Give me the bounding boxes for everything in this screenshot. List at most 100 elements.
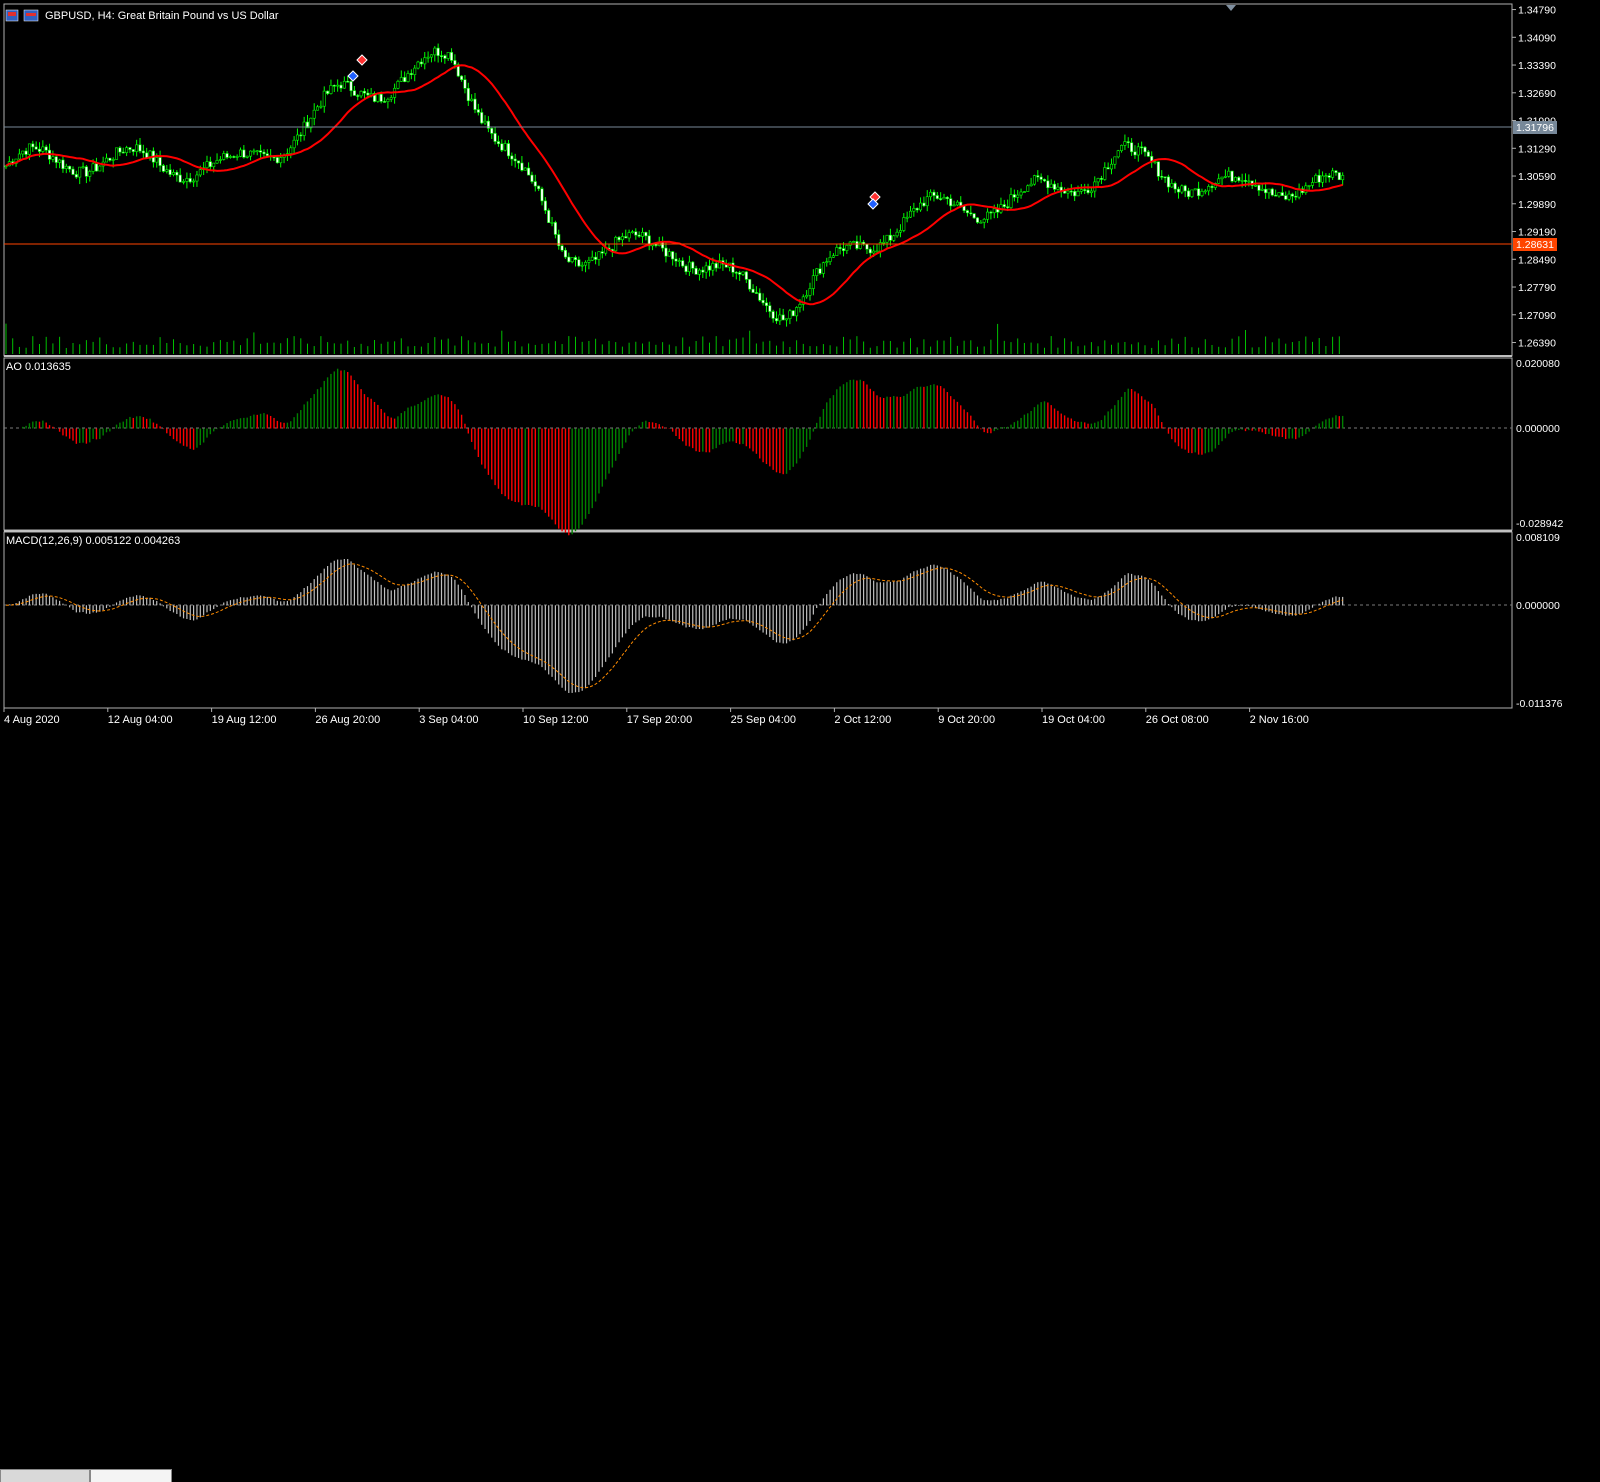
chart-tab-1[interactable]	[0, 1469, 90, 1482]
candle-body	[255, 150, 259, 152]
candle-body	[1032, 175, 1036, 185]
candle-body	[1180, 185, 1184, 193]
candle-body	[1143, 147, 1147, 153]
candle-body	[1207, 186, 1211, 192]
candle-body	[912, 208, 916, 212]
candle-body	[58, 159, 62, 163]
candle-body	[68, 165, 72, 170]
candle-body	[1331, 170, 1335, 178]
candle-body	[1274, 194, 1278, 197]
candle-body	[530, 174, 534, 182]
candle-body	[165, 169, 169, 172]
candle-body	[249, 150, 253, 157]
candle-body	[1257, 184, 1261, 191]
candle-body	[1056, 186, 1060, 190]
candle-body	[1290, 193, 1294, 197]
candle-body	[1133, 151, 1137, 156]
candle-body	[94, 163, 98, 172]
candle-body	[540, 188, 544, 202]
candle-body	[74, 174, 78, 178]
candle-body	[1096, 178, 1100, 183]
time-tick-label: 26 Aug 20:00	[315, 714, 380, 726]
candle-body	[1220, 176, 1224, 180]
candle-body	[429, 54, 433, 58]
candle-body	[898, 230, 902, 233]
candle-body	[118, 147, 122, 153]
candle-body	[972, 213, 976, 219]
candle-body	[506, 143, 510, 157]
candle-body	[1264, 188, 1268, 194]
candle-body	[1123, 141, 1127, 146]
candle-body	[1341, 175, 1345, 181]
candle-body	[1066, 190, 1070, 194]
candle-body	[520, 162, 524, 171]
candle-body	[329, 85, 333, 94]
ask-price-label: 1.31796	[1513, 121, 1557, 134]
candle-body	[774, 318, 778, 322]
candle-body	[560, 245, 564, 251]
candle-body	[319, 105, 323, 108]
chart-window[interactable]: GBPUSD, H4: Great Britain Pound vs US Do…	[0, 0, 1600, 747]
candle-body	[701, 269, 705, 273]
candle-body	[1046, 180, 1050, 188]
candle-body	[865, 244, 869, 250]
candle-body	[952, 204, 956, 207]
candle-body	[979, 221, 983, 224]
candle-body	[295, 134, 299, 141]
candle-body	[517, 160, 521, 164]
candle-body	[523, 167, 527, 171]
candle-body	[322, 90, 326, 107]
candle-body	[738, 272, 742, 275]
candle-body	[1240, 180, 1244, 182]
candle-body	[366, 92, 370, 96]
candle-body	[228, 156, 232, 158]
candle-body	[573, 257, 577, 260]
candle-body	[1099, 178, 1103, 180]
candle-body	[413, 67, 417, 75]
candle-body	[1156, 161, 1160, 177]
candle-body	[409, 73, 413, 75]
candle-body	[1083, 189, 1087, 191]
candle-body	[1079, 189, 1083, 192]
candle-body	[975, 217, 979, 223]
candle-body	[312, 109, 316, 119]
candle-body	[239, 149, 243, 157]
price-axis: 1.347901.340901.333901.326901.319901.312…	[1512, 5, 1556, 350]
candle-body	[309, 117, 313, 129]
candle-body	[389, 97, 393, 100]
candle-body	[818, 268, 822, 274]
candle-body	[982, 218, 986, 223]
chart-tab-2[interactable]	[90, 1469, 172, 1482]
candle-body	[1160, 176, 1164, 178]
candle-body	[262, 151, 266, 155]
candle-body	[674, 258, 678, 262]
candle-body	[483, 120, 487, 124]
candle-body	[78, 166, 82, 178]
candle-body	[500, 143, 504, 151]
candle-body	[550, 222, 554, 224]
price-tick-label: 1.30590	[1518, 171, 1556, 183]
candle-body	[915, 208, 919, 211]
svg-text:-0.028942: -0.028942	[1516, 518, 1563, 530]
candle-body	[942, 197, 946, 200]
candle-body	[245, 155, 249, 158]
candle-body	[208, 161, 212, 168]
ao-label: AO 0.013635	[6, 361, 71, 373]
macd-axis: 0.008109 0.000000 -0.011376	[1516, 532, 1563, 710]
candle-body	[1036, 175, 1040, 178]
candle-body	[51, 156, 55, 160]
candle-body	[386, 98, 390, 102]
candle-body	[383, 101, 387, 103]
time-tick-label: 25 Sep 04:00	[731, 714, 796, 726]
candle-body	[1009, 194, 1013, 208]
candle-body	[1260, 188, 1264, 191]
candle-body	[922, 202, 926, 207]
candle-body	[748, 279, 752, 290]
candle-body	[476, 109, 480, 113]
candle-body	[527, 167, 531, 176]
candle-body	[547, 210, 551, 223]
candle-body	[858, 241, 862, 249]
candle-body	[1311, 182, 1315, 186]
tab-bar	[0, 734, 1600, 1482]
candle-body	[1086, 189, 1090, 194]
